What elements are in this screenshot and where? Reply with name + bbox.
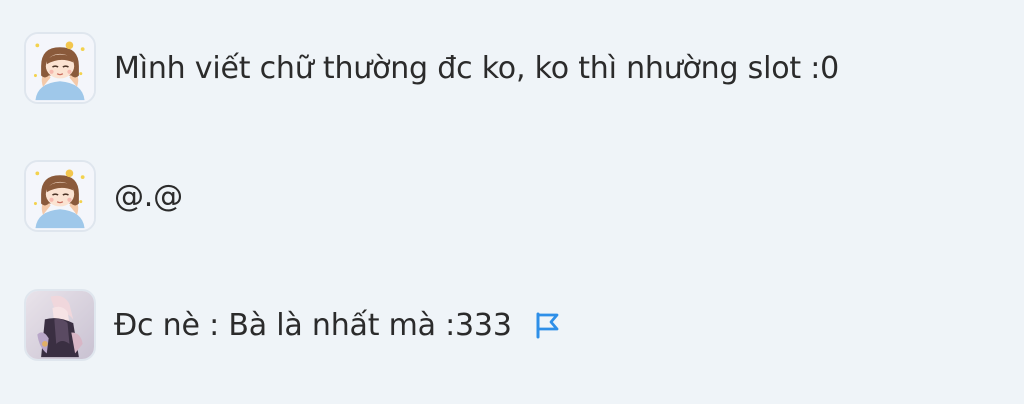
comment-row: Mình viết chữ thường đc ko, ko thì nhườn… <box>24 30 839 106</box>
comment-row: @.@ <box>24 158 183 234</box>
anime-art-avatar-icon <box>26 291 94 359</box>
flag-icon[interactable] <box>534 311 560 339</box>
girl-avatar-icon <box>26 162 94 230</box>
comment-text: @.@ <box>114 178 183 214</box>
girl-avatar-icon <box>26 34 94 102</box>
comment-text: Mình viết chữ thường đc ko, ko thì nhườn… <box>114 50 840 86</box>
user-avatar[interactable] <box>24 32 96 104</box>
comment-text: Đc nè : Bà là nhất mà :333 <box>114 307 512 343</box>
comment-row: Đc nè : Bà là nhất mà :333 <box>24 287 560 363</box>
user-avatar[interactable] <box>24 160 96 232</box>
user-avatar[interactable] <box>24 289 96 361</box>
